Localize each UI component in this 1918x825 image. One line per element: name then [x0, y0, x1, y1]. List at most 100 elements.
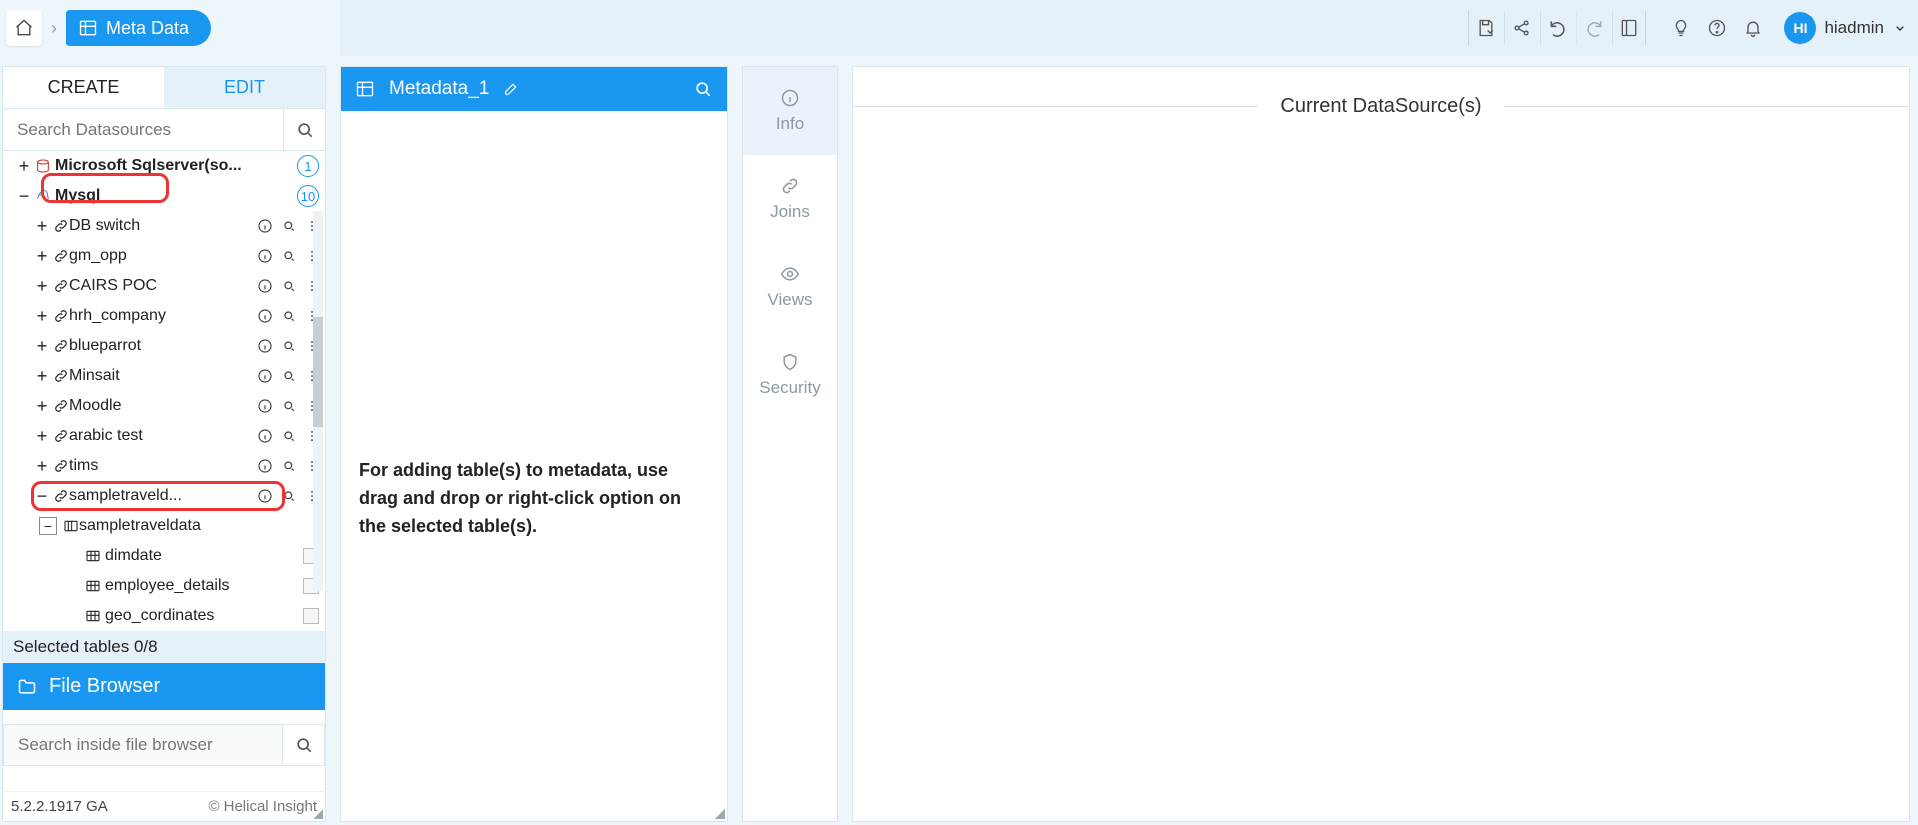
- info-icon[interactable]: [257, 488, 273, 504]
- table-row[interactable]: employee_details: [3, 571, 325, 601]
- table-checkbox[interactable]: [303, 608, 319, 624]
- tree-scrollbar[interactable]: [313, 211, 323, 591]
- db-icon: [35, 158, 51, 174]
- search-icon[interactable]: [281, 398, 297, 414]
- expand-icon[interactable]: +: [31, 306, 53, 327]
- table-row[interactable]: geo_cordinates: [3, 601, 325, 631]
- tab-info[interactable]: Info: [743, 67, 837, 155]
- link-icon: [53, 338, 69, 354]
- file-browser-search: [3, 724, 325, 766]
- expand-icon[interactable]: +: [31, 246, 53, 267]
- info-icon[interactable]: [257, 308, 273, 324]
- conn-row[interactable]: + Moodle: [3, 391, 325, 421]
- search-icon[interactable]: [282, 725, 324, 765]
- conn-row[interactable]: + CAIRS POC: [3, 271, 325, 301]
- user-name: hiadmin: [1824, 18, 1884, 38]
- expand-icon[interactable]: +: [31, 366, 53, 387]
- search-icon[interactable]: [281, 368, 297, 384]
- resize-handle-icon[interactable]: [715, 809, 725, 819]
- datasource-search: [3, 109, 325, 151]
- schema-row[interactable]: − sampletraveldata: [3, 511, 325, 541]
- conn-row[interactable]: + gm_opp: [3, 241, 325, 271]
- info-icon[interactable]: [257, 398, 273, 414]
- search-icon[interactable]: [281, 248, 297, 264]
- help-icon[interactable]: [1700, 11, 1734, 45]
- ds-row-sqlserver[interactable]: + Microsoft Sqlserver(so... 1: [3, 151, 325, 181]
- expand-icon[interactable]: +: [13, 156, 35, 177]
- save-icon[interactable]: [1468, 11, 1502, 45]
- conn-row[interactable]: + DB switch: [3, 211, 325, 241]
- search-icon[interactable]: [281, 338, 297, 354]
- user-menu[interactable]: HI hiadmin: [1772, 12, 1908, 44]
- search-icon[interactable]: [281, 428, 297, 444]
- conn-row-sampletravel[interactable]: − sampletraveld...: [3, 481, 325, 511]
- undo-icon[interactable]: [1540, 11, 1574, 45]
- search-icon[interactable]: [281, 278, 297, 294]
- search-icon[interactable]: [693, 79, 713, 99]
- breadcrumb-metadata[interactable]: Meta Data: [66, 10, 211, 46]
- resize-handle-icon[interactable]: [313, 809, 323, 819]
- conn-label: sampletraveld...: [69, 487, 257, 505]
- search-input[interactable]: [3, 109, 283, 150]
- table-row[interactable]: dimdate: [3, 541, 325, 571]
- link-icon: [53, 368, 69, 384]
- tab-label: Info: [776, 114, 804, 134]
- tab-label: Security: [759, 378, 820, 398]
- conn-label: DB switch: [69, 217, 257, 235]
- info-icon[interactable]: [257, 248, 273, 264]
- info-icon[interactable]: [257, 428, 273, 444]
- tab-security[interactable]: Security: [743, 331, 837, 419]
- info-icon[interactable]: [257, 458, 273, 474]
- info-icon[interactable]: [257, 218, 273, 234]
- expand-icon[interactable]: +: [31, 336, 53, 357]
- search-icon[interactable]: [281, 458, 297, 474]
- conn-label: gm_opp: [69, 247, 257, 265]
- conn-row[interactable]: + arabic test: [3, 421, 325, 451]
- lightbulb-icon[interactable]: [1664, 11, 1698, 45]
- conn-row[interactable]: + hrh_company: [3, 301, 325, 331]
- table-icon: [85, 548, 101, 564]
- redo-icon[interactable]: [1576, 11, 1610, 45]
- conn-row[interactable]: + tims: [3, 451, 325, 481]
- file-search-input[interactable]: [4, 725, 282, 765]
- link-icon: [53, 428, 69, 444]
- home-icon[interactable]: [6, 10, 42, 46]
- search-icon[interactable]: [281, 308, 297, 324]
- share-icon[interactable]: [1504, 11, 1538, 45]
- tab-joins[interactable]: Joins: [743, 155, 837, 243]
- expand-icon[interactable]: +: [31, 276, 53, 297]
- tab-edit[interactable]: EDIT: [164, 67, 325, 108]
- tab-views[interactable]: Views: [743, 243, 837, 331]
- link-icon: [53, 458, 69, 474]
- search-icon[interactable]: [281, 488, 297, 504]
- search-icon[interactable]: [281, 218, 297, 234]
- table-icon: [85, 608, 101, 624]
- ds-label: Microsoft Sqlserver(so...: [55, 157, 293, 175]
- edit-icon[interactable]: [503, 81, 519, 97]
- info-icon[interactable]: [257, 368, 273, 384]
- info-icon[interactable]: [257, 278, 273, 294]
- link-icon: [53, 488, 69, 504]
- datasource-tree: + Microsoft Sqlserver(so... 1 − Mysql 10: [3, 151, 325, 631]
- collapse-icon[interactable]: −: [31, 486, 53, 507]
- expand-icon[interactable]: +: [31, 426, 53, 447]
- spacer: [1648, 11, 1662, 45]
- table-icon: [85, 578, 101, 594]
- expand-icon[interactable]: +: [31, 396, 53, 417]
- canvas-heading: Current DataSource(s): [853, 95, 1909, 118]
- info-icon[interactable]: [257, 338, 273, 354]
- expand-icon[interactable]: +: [31, 456, 53, 477]
- ds-row-mysql[interactable]: − Mysql 10: [3, 181, 325, 211]
- bell-icon[interactable]: [1736, 11, 1770, 45]
- tab-create[interactable]: CREATE: [3, 67, 164, 108]
- expand-icon[interactable]: +: [31, 216, 53, 237]
- metadata-help-text: For adding table(s) to metadata, use dra…: [341, 457, 727, 541]
- conn-row[interactable]: + Minsait: [3, 361, 325, 391]
- conn-row[interactable]: + blueparrot: [3, 331, 325, 361]
- file-browser-button[interactable]: File Browser: [3, 663, 325, 710]
- collapse-square-icon[interactable]: −: [39, 517, 57, 535]
- collapse-icon[interactable]: −: [13, 186, 35, 207]
- reference-icon[interactable]: [1612, 11, 1646, 45]
- detail-tabs: Info Joins Views Security: [742, 66, 838, 822]
- search-icon[interactable]: [283, 109, 325, 150]
